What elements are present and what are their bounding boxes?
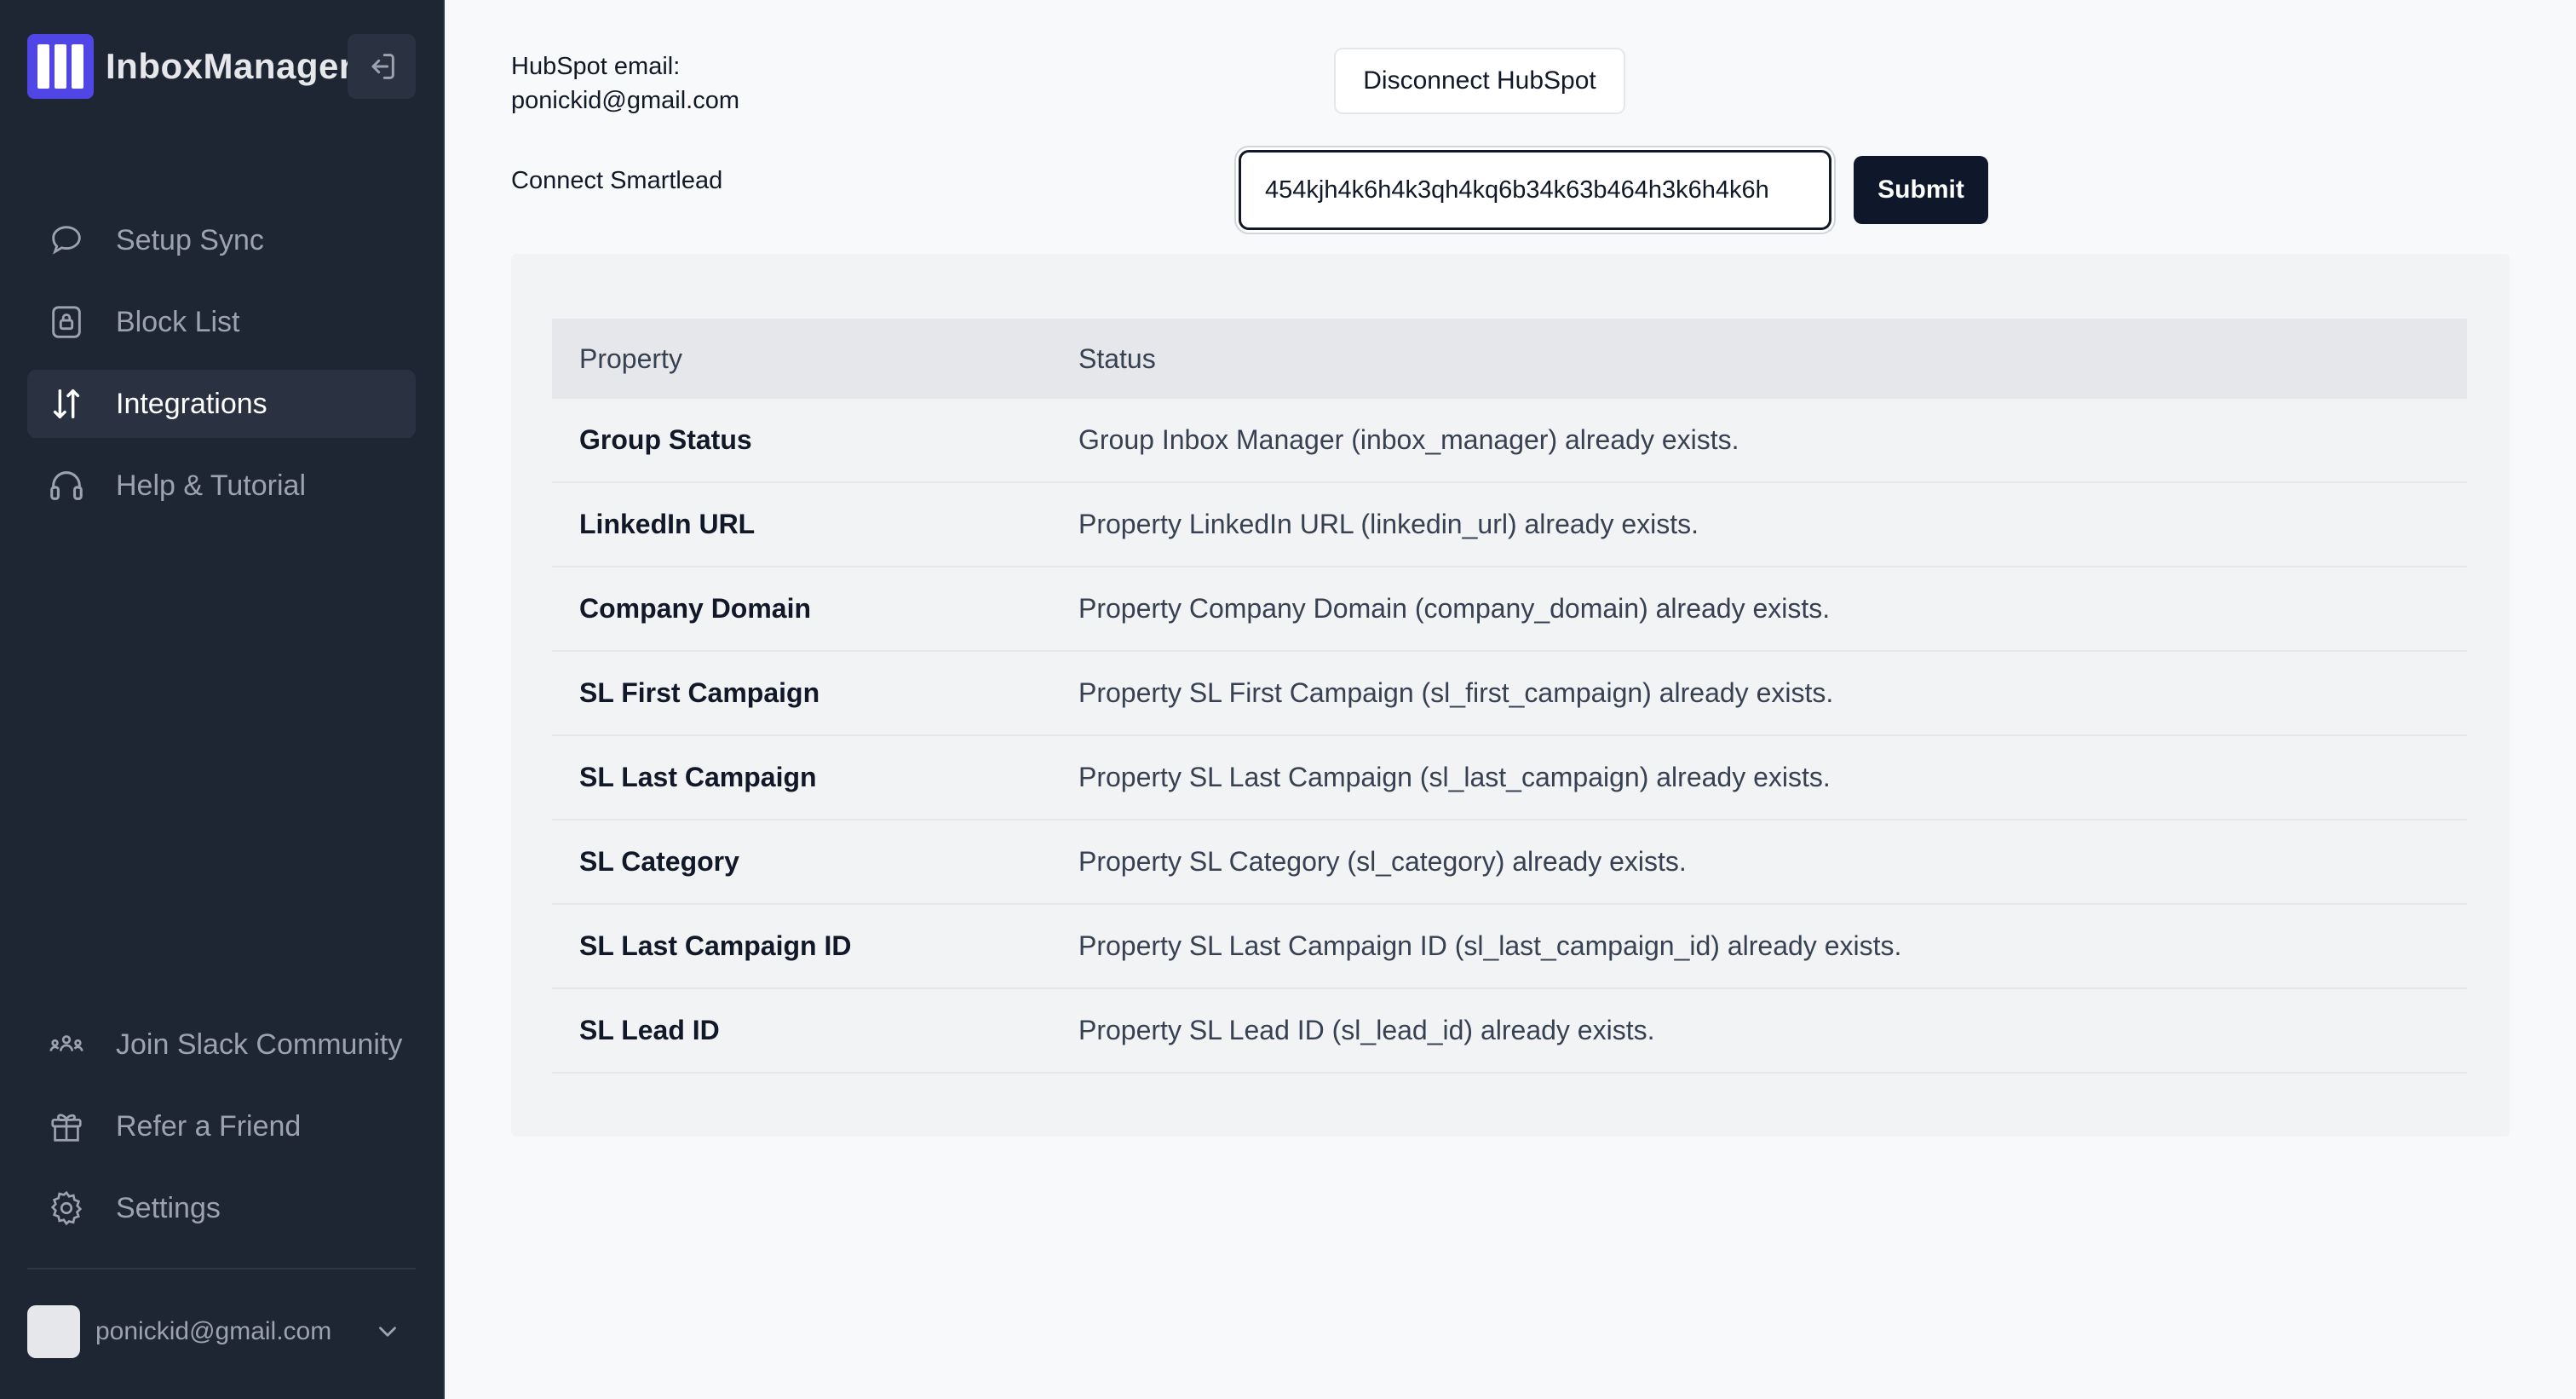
- property-name: SL Lead ID: [552, 988, 1051, 1074]
- property-name: Company Domain: [552, 567, 1051, 652]
- property-status: Property SL Category (sl_category) alrea…: [1051, 820, 2467, 905]
- disconnect-hubspot-button[interactable]: Disconnect HubSpot: [1334, 48, 1625, 114]
- main-content: HubSpot email: ponickid@gmail.com Discon…: [443, 0, 2576, 1399]
- brand-name: InboxManager: [106, 46, 354, 86]
- gear-icon: [46, 1188, 87, 1229]
- property-status: Property Company Domain (company_domain)…: [1051, 567, 2467, 652]
- avatar: [27, 1305, 80, 1358]
- sidebar-item-join-slack[interactable]: Join Slack Community: [27, 1010, 416, 1079]
- property-name: SL First Campaign: [552, 651, 1051, 736]
- table-row: SL Lead ID Property SL Lead ID (sl_lead_…: [552, 988, 2467, 1074]
- headset-icon: [46, 465, 87, 506]
- sidebar-secondary-nav: Join Slack Community Refer a Friend Sett…: [27, 1010, 416, 1256]
- submit-button[interactable]: Submit: [1854, 156, 1988, 224]
- account-menu[interactable]: ponickid@gmail.com: [27, 1304, 416, 1360]
- property-status: Property SL Last Campaign ID (sl_last_ca…: [1051, 904, 2467, 989]
- property-name: SL Last Campaign ID: [552, 904, 1051, 989]
- collapse-sidebar-button[interactable]: [348, 34, 416, 99]
- properties-panel: Property Status Group Status Group Inbox…: [511, 254, 2510, 1137]
- property-status: Property LinkedIn URL (linkedin_url) alr…: [1051, 482, 2467, 567]
- property-status: Property SL Lead ID (sl_lead_id) already…: [1051, 988, 2467, 1074]
- chevron-down-icon[interactable]: [373, 1317, 402, 1346]
- sidebar-item-label: Help & Tutorial: [116, 469, 306, 502]
- sidebar-item-label: Integrations: [116, 387, 267, 420]
- table-header-row: Property Status: [552, 319, 2467, 399]
- lock-icon: [46, 302, 87, 343]
- hubspot-email-value: ponickid@gmail.com: [511, 87, 739, 114]
- sidebar-nav: Setup Sync Block List Integrations Help …: [27, 206, 416, 533]
- sidebar-item-setup-sync[interactable]: Setup Sync: [27, 206, 416, 274]
- table-row: Company Domain Property Company Domain (…: [552, 567, 2467, 652]
- property-name: LinkedIn URL: [552, 482, 1051, 567]
- properties-table: Property Status Group Status Group Inbox…: [552, 319, 2467, 1074]
- table-row: SL Category Property SL Category (sl_cat…: [552, 820, 2467, 905]
- brand[interactable]: InboxManager: [27, 34, 354, 99]
- table-row: SL Last Campaign ID Property SL Last Cam…: [552, 904, 2467, 989]
- table-row: Group Status Group Inbox Manager (inbox_…: [552, 399, 2467, 483]
- sidebar-item-label: Setup Sync: [116, 223, 264, 256]
- property-status: Group Inbox Manager (inbox_manager) alre…: [1051, 399, 2467, 483]
- gift-icon: [46, 1106, 87, 1147]
- property-name: SL Last Campaign: [552, 735, 1051, 820]
- property-name: Group Status: [552, 399, 1051, 483]
- logo-icon: [27, 34, 94, 99]
- property-status: Property SL First Campaign (sl_first_cam…: [1051, 651, 2467, 736]
- sidebar-item-block-list[interactable]: Block List: [27, 288, 416, 356]
- property-status: Property SL Last Campaign (sl_last_campa…: [1051, 735, 2467, 820]
- table-row: LinkedIn URL Property LinkedIn URL (link…: [552, 482, 2467, 567]
- property-name: SL Category: [552, 820, 1051, 905]
- table-row: SL Last Campaign Property SL Last Campai…: [552, 735, 2467, 820]
- sidebar-item-refer-friend[interactable]: Refer a Friend: [27, 1092, 416, 1160]
- sidebar: InboxManager Setup Sync Block List Integ…: [0, 0, 443, 1399]
- sidebar-item-label: Settings: [116, 1191, 221, 1224]
- column-header-property: Property: [579, 343, 682, 374]
- hubspot-email-caption: HubSpot email:: [511, 53, 681, 80]
- smartlead-api-key-input[interactable]: [1239, 150, 1831, 230]
- table-row: SL First Campaign Property SL First Camp…: [552, 651, 2467, 736]
- sidebar-item-integrations[interactable]: Integrations: [27, 370, 416, 438]
- sidebar-divider: [27, 1268, 416, 1269]
- chat-bubble-icon: [46, 220, 87, 261]
- logout-arrow-icon: [371, 54, 394, 79]
- arrows-up-down-icon: [46, 383, 87, 424]
- sidebar-item-label: Refer a Friend: [116, 1109, 302, 1143]
- account-email: ponickid@gmail.com: [95, 1317, 332, 1345]
- community-icon: [46, 1024, 87, 1065]
- connect-smartlead-label: Connect Smartlead: [511, 167, 723, 194]
- column-header-status: Status: [1078, 343, 1156, 374]
- sidebar-item-label: Block List: [116, 305, 240, 338]
- sidebar-item-label: Join Slack Community: [116, 1028, 403, 1061]
- hubspot-email-label: HubSpot email: ponickid@gmail.com: [511, 49, 739, 118]
- sidebar-item-settings[interactable]: Settings: [27, 1174, 416, 1242]
- sidebar-item-help-tutorial[interactable]: Help & Tutorial: [27, 452, 416, 520]
